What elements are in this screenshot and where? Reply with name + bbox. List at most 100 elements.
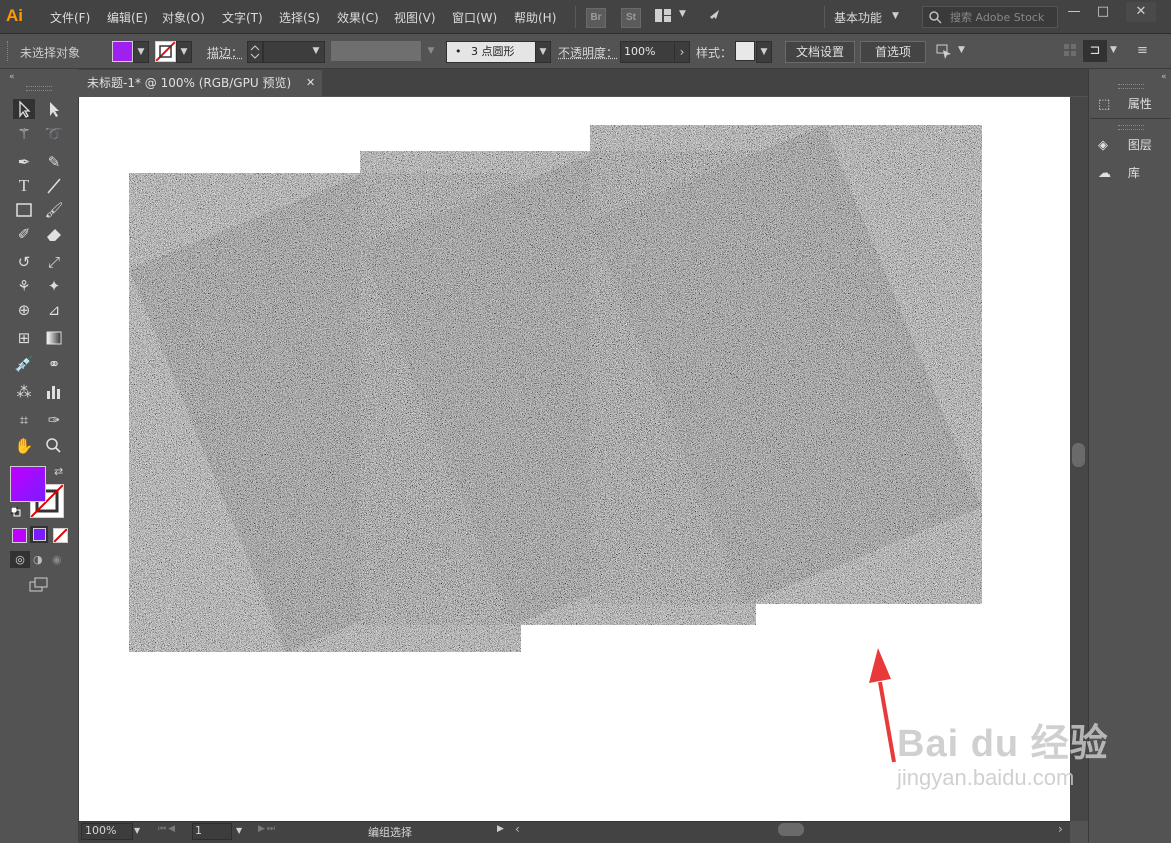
lasso-tool-icon[interactable]: ➰ bbox=[43, 124, 65, 144]
artboard-tool-icon[interactable]: ⌗ bbox=[13, 410, 35, 430]
menu-view[interactable]: 视图(V) bbox=[394, 9, 436, 26]
menu-type[interactable]: 文字(T) bbox=[222, 9, 263, 26]
eraser-tool-icon[interactable] bbox=[43, 224, 65, 244]
pen-tool-icon[interactable]: ✒ bbox=[13, 152, 35, 172]
toolbar-grip[interactable] bbox=[26, 86, 52, 91]
none-mode-button[interactable] bbox=[53, 528, 68, 543]
opacity-input[interactable]: 100% bbox=[620, 41, 677, 63]
default-colors-icon[interactable] bbox=[10, 506, 21, 517]
puppet-warp-tool-icon[interactable]: ✦ bbox=[43, 276, 65, 296]
expand-panels-icon[interactable]: « bbox=[1161, 72, 1167, 82]
chevron-down-icon[interactable]: ▼ bbox=[134, 826, 140, 835]
symbol-sprayer-tool-icon[interactable]: ⁂ bbox=[13, 382, 35, 402]
maximize-button[interactable]: □ bbox=[1088, 2, 1118, 22]
mesh-tool-icon[interactable]: ⊞ bbox=[13, 328, 35, 348]
align-grid-icon[interactable] bbox=[1064, 44, 1076, 56]
document-tab[interactable]: 未标题-1* @ 100% (RGB/GPU 预览) bbox=[78, 70, 322, 97]
menu-edit[interactable]: 编辑(E) bbox=[107, 9, 148, 26]
fill-swatch[interactable] bbox=[112, 41, 133, 62]
menu-effect[interactable]: 效果(C) bbox=[337, 9, 379, 26]
vertical-scroll-thumb[interactable] bbox=[1072, 443, 1085, 467]
magic-wand-tool-icon[interactable]: ⚚ bbox=[13, 124, 35, 144]
shape-builder-tool-icon[interactable]: ⊕ bbox=[13, 300, 35, 320]
menu-help[interactable]: 帮助(H) bbox=[514, 9, 556, 26]
stock-button[interactable]: St bbox=[621, 8, 641, 28]
minimize-button[interactable]: — bbox=[1059, 2, 1089, 22]
chevron-down-icon[interactable]: ▼ bbox=[958, 45, 965, 55]
menu-select[interactable]: 选择(S) bbox=[279, 9, 320, 26]
rectangle-tool-icon[interactable] bbox=[13, 200, 35, 220]
close-tab-icon[interactable]: ✕ bbox=[306, 76, 315, 89]
transform-panel-icon[interactable]: ⊐ bbox=[1083, 40, 1107, 62]
color-mode-button[interactable] bbox=[12, 528, 27, 543]
opacity-label[interactable]: 不透明度： bbox=[558, 44, 618, 61]
stroke-label[interactable]: 描边： bbox=[207, 44, 243, 61]
warp-tool-icon[interactable]: ⚘ bbox=[13, 276, 35, 296]
panel-grip[interactable] bbox=[1118, 125, 1144, 130]
arrange-icon[interactable] bbox=[934, 41, 954, 61]
stroke-weight-stepper[interactable] bbox=[247, 41, 263, 63]
panel-grip[interactable] bbox=[1118, 84, 1144, 89]
draw-inside-icon[interactable]: ◉ bbox=[52, 551, 66, 568]
panel-menu-icon[interactable]: ≡ bbox=[1137, 43, 1148, 58]
chevron-right-icon[interactable]: › bbox=[674, 41, 690, 63]
draw-normal-icon[interactable]: ◎ bbox=[10, 551, 30, 568]
libraries-panel-button[interactable]: ☁ 库 bbox=[1098, 161, 1140, 185]
collapse-toolbar-icon[interactable]: « bbox=[9, 72, 15, 82]
stroke-dropdown[interactable]: ▼ bbox=[176, 41, 192, 63]
menu-object[interactable]: 对象(O) bbox=[162, 9, 205, 26]
chevron-down-icon[interactable]: ▼ bbox=[679, 9, 686, 19]
horizontal-scroll-thumb[interactable] bbox=[778, 823, 804, 836]
column-graph-tool-icon[interactable] bbox=[43, 382, 65, 402]
next-last-artboard-buttons[interactable]: ▶⏭ bbox=[258, 824, 277, 834]
close-button[interactable]: ✕ bbox=[1126, 2, 1156, 22]
scroll-right-icon[interactable]: › bbox=[1058, 822, 1063, 836]
scroll-left-icon[interactable]: ‹ bbox=[515, 822, 520, 836]
line-tool-icon[interactable] bbox=[43, 176, 65, 196]
workspace-switcher[interactable]: 基本功能 bbox=[834, 9, 882, 26]
layers-panel-button[interactable]: ◈ 图层 bbox=[1098, 133, 1152, 157]
curvature-tool-icon[interactable]: ✎ bbox=[43, 152, 65, 172]
chevron-down-icon[interactable]: ▼ bbox=[309, 41, 323, 61]
brush-dropdown[interactable]: ▼ bbox=[535, 41, 551, 63]
screen-mode-icon[interactable] bbox=[28, 576, 50, 593]
document-setup-button[interactable]: 文档设置 bbox=[785, 41, 855, 63]
eyedropper-tool-icon[interactable]: 💉 bbox=[13, 354, 35, 374]
variable-width-profile[interactable] bbox=[331, 41, 421, 61]
direct-selection-tool-icon[interactable] bbox=[43, 99, 65, 119]
perspective-grid-tool-icon[interactable]: ⊿ bbox=[43, 300, 65, 320]
rotate-tool-icon[interactable]: ↺ bbox=[13, 252, 35, 272]
grip-handle[interactable] bbox=[7, 41, 11, 61]
preferences-button[interactable]: 首选项 bbox=[860, 41, 926, 63]
selection-tool-icon[interactable] bbox=[13, 99, 35, 119]
menu-window[interactable]: 窗口(W) bbox=[452, 9, 497, 26]
menu-file[interactable]: 文件(F) bbox=[50, 9, 90, 26]
bridge-button[interactable]: Br bbox=[586, 8, 606, 28]
style-dropdown[interactable]: ▼ bbox=[756, 41, 772, 63]
chevron-down-icon[interactable]: ▼ bbox=[892, 11, 899, 21]
scale-tool-icon[interactable]: ⤢ bbox=[43, 252, 65, 272]
chevron-down-icon[interactable]: ▼ bbox=[1110, 45, 1117, 55]
chevron-down-icon[interactable]: ▼ bbox=[424, 41, 438, 61]
chevron-down-icon[interactable]: ▼ bbox=[236, 826, 242, 835]
rocket-icon[interactable] bbox=[704, 7, 724, 27]
draw-behind-icon[interactable]: ◑ bbox=[33, 551, 47, 568]
properties-panel-button[interactable]: ⬚ 属性 bbox=[1098, 92, 1152, 116]
first-prev-artboard-buttons[interactable]: ⏮◀ bbox=[158, 824, 177, 834]
status-menu-arrow-icon[interactable]: ▶ bbox=[497, 824, 504, 834]
swap-fill-stroke-icon[interactable]: ⇄ bbox=[54, 465, 63, 478]
stroke-swatch[interactable] bbox=[155, 41, 176, 62]
graphic-style-swatch[interactable] bbox=[735, 41, 755, 61]
fill-color-front[interactable] bbox=[10, 466, 46, 502]
paintbrush-tool-icon[interactable]: 🖌 bbox=[43, 200, 65, 220]
zoom-tool-icon[interactable] bbox=[43, 436, 65, 456]
slice-tool-icon[interactable]: ✑ bbox=[43, 410, 65, 430]
fill-dropdown[interactable]: ▼ bbox=[133, 41, 149, 63]
arrange-documents-icon[interactable] bbox=[655, 9, 671, 22]
blend-tool-icon[interactable]: ⚭ bbox=[43, 354, 65, 374]
shaper-tool-icon[interactable]: ✐ bbox=[13, 224, 35, 244]
hand-tool-icon[interactable]: ✋ bbox=[13, 436, 35, 456]
gradient-tool-icon[interactable] bbox=[43, 328, 65, 348]
type-tool-icon[interactable]: T bbox=[13, 176, 35, 196]
gradient-mode-button[interactable] bbox=[30, 526, 48, 543]
